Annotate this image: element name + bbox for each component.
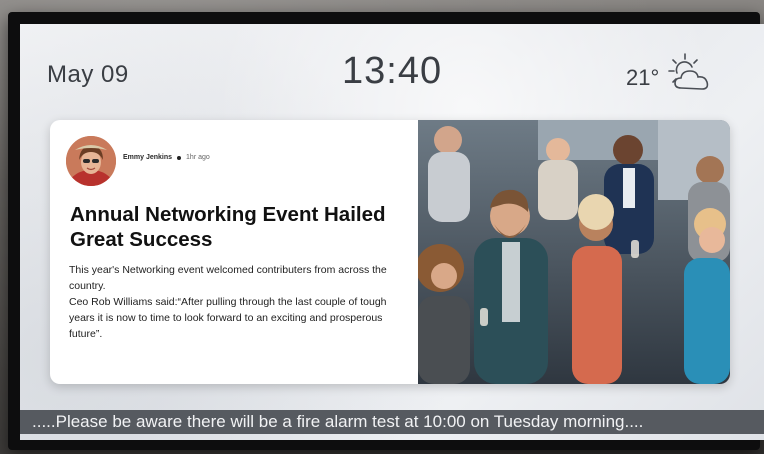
author-avatar bbox=[66, 136, 116, 186]
news-card-text: Emmy Jenkins 1hr ago Annual Networking E… bbox=[50, 120, 418, 384]
author-name: Emmy Jenkins bbox=[123, 154, 173, 161]
separator-dot bbox=[177, 155, 182, 160]
posted-time: 1hr ago bbox=[186, 154, 210, 161]
networking-event-crowd-photo bbox=[418, 120, 730, 384]
partly-cloudy-icon bbox=[665, 52, 713, 99]
article-headline: Annual Networking Event Hailed Great Suc… bbox=[70, 203, 386, 251]
announcement-ticker: .....Please be aware there will be a fir… bbox=[20, 410, 764, 434]
clock-time: 13:40 bbox=[342, 50, 443, 92]
signage-screen: May 09 13:40 21° Emmy Jenkins 1hr ago An… bbox=[20, 24, 764, 440]
article-paragraph: Ceo Rob Williams said:“After pulling thr… bbox=[69, 296, 387, 340]
temperature-label: 21° bbox=[626, 64, 660, 90]
article-meta: Emmy Jenkins 1hr ago bbox=[123, 154, 210, 161]
news-card[interactable]: Emmy Jenkins 1hr ago Annual Networking E… bbox=[50, 120, 730, 384]
weather-widget: 21° bbox=[626, 52, 713, 99]
article-paragraph: This year's Networking event welcomed co… bbox=[69, 264, 387, 292]
article-body: This year's Networking event welcomed co… bbox=[69, 262, 409, 342]
date-label: May 09 bbox=[47, 61, 129, 88]
